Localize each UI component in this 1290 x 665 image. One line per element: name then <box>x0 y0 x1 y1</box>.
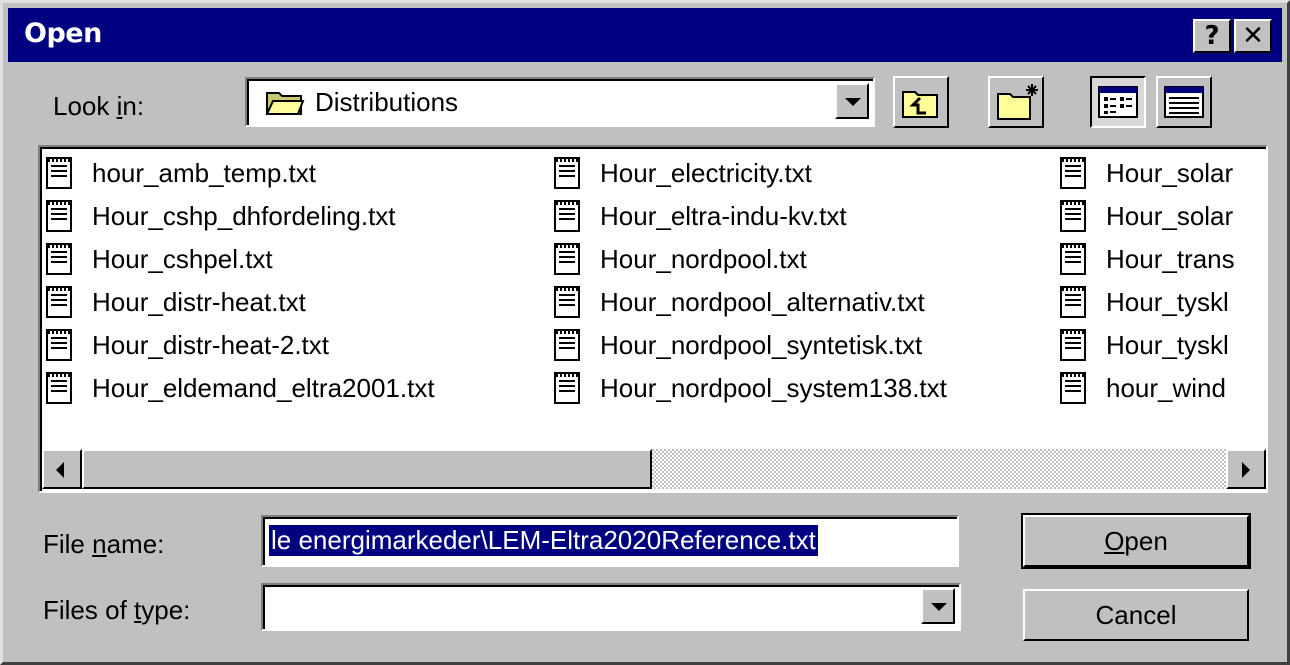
files-of-type-combo[interactable] <box>261 583 961 631</box>
file-item[interactable]: Hour_distr-heat.txt <box>46 282 306 322</box>
up-one-level-button[interactable] <box>893 76 949 128</box>
text-document-icon <box>46 200 72 232</box>
look-in-dropdown-arrow[interactable] <box>835 83 869 119</box>
cancel-button[interactable]: Cancel <box>1023 589 1249 641</box>
text-document-icon <box>554 157 580 189</box>
details-view-icon <box>1164 86 1204 118</box>
text-document-icon <box>554 200 580 232</box>
file-item[interactable]: Hour_eldemand_eltra2001.txt <box>46 368 435 408</box>
file-list[interactable]: hour_amb_temp.txt Hour_cshp_dhfordeling.t… <box>38 145 1268 493</box>
details-view-button[interactable] <box>1156 76 1212 128</box>
file-item-label: Hour_eltra-indu-kv.txt <box>600 200 847 231</box>
text-document-icon <box>1060 286 1086 318</box>
file-item[interactable]: Hour_nordpool_syntetisk.txt <box>554 325 922 365</box>
file-name-label: File name: <box>43 529 165 559</box>
file-item-label: Hour_nordpool.txt <box>600 243 807 274</box>
file-item-label: Hour_nordpool_syntetisk.txt <box>600 329 923 360</box>
scroll-right-button[interactable] <box>1226 449 1266 489</box>
open-folder-icon <box>265 92 305 115</box>
text-document-icon <box>46 243 72 275</box>
create-new-folder-button[interactable] <box>988 76 1044 128</box>
file-item-label: Hour_cshpel.txt <box>92 243 273 274</box>
horizontal-scrollbar[interactable] <box>42 449 1266 489</box>
file-item[interactable]: Hour_tyskl <box>1060 325 1250 365</box>
look-in-label: Look in: <box>53 91 145 121</box>
up-one-level-icon <box>902 91 938 118</box>
file-item-label: Hour_tyskl <box>1106 329 1229 360</box>
text-document-icon <box>554 329 580 361</box>
text-document-icon <box>46 329 72 361</box>
file-item[interactable]: Hour_nordpool.txt <box>554 239 807 279</box>
file-item[interactable]: Hour_cshp_dhfordeling.txt <box>46 196 396 236</box>
text-document-icon <box>1060 200 1086 232</box>
open-dialog: Open ? ✕ Look in: Distributions hour_amb… <box>0 0 1290 665</box>
file-item[interactable]: Hour_solar <box>1060 196 1250 236</box>
file-item-label: Hour_nordpool_system138.txt <box>600 372 947 403</box>
open-button[interactable]: Open <box>1021 513 1251 569</box>
text-document-icon <box>1060 157 1086 189</box>
scroll-thumb[interactable] <box>82 449 652 489</box>
file-item-label: hour_amb_temp.txt <box>92 157 317 188</box>
text-document-icon <box>1060 372 1086 404</box>
list-view-button[interactable] <box>1090 76 1146 128</box>
text-document-icon <box>554 243 580 275</box>
file-item-label: Hour_eldemand_eltra2001.txt <box>92 372 435 403</box>
file-item-label: Hour_tyskl <box>1106 286 1229 317</box>
text-document-icon <box>1060 329 1086 361</box>
file-item[interactable]: Hour_solar <box>1060 153 1250 193</box>
file-item[interactable]: Hour_electricity.txt <box>554 153 812 193</box>
file-item-label: Hour_solar <box>1106 157 1234 188</box>
file-item-label: Hour_solar <box>1106 200 1234 231</box>
list-view-icon <box>1098 86 1138 118</box>
file-item[interactable]: Hour_eltra-indu-kv.txt <box>554 196 847 236</box>
text-document-icon <box>554 372 580 404</box>
file-item-label: Hour_nordpool_alternativ.txt <box>600 286 925 317</box>
files-of-type-label: Files of type: <box>43 595 191 625</box>
text-document-icon <box>554 286 580 318</box>
text-document-icon <box>46 372 72 404</box>
file-item-label: Hour_electricity.txt <box>600 157 812 188</box>
file-item-label: Hour_distr-heat-2.txt <box>92 329 329 360</box>
dialog-title: Open <box>24 18 102 49</box>
scroll-left-button[interactable] <box>42 449 82 489</box>
file-item[interactable]: Hour_cshpel.txt <box>46 239 273 279</box>
file-name-value: le energimarkeder\LEM-Eltra2020Reference… <box>269 525 818 556</box>
file-item[interactable]: Hour_tyskl <box>1060 282 1250 322</box>
file-item[interactable]: Hour_distr-heat-2.txt <box>46 325 329 365</box>
title-bar[interactable]: Open ? ✕ <box>8 8 1282 62</box>
text-document-icon <box>46 157 72 189</box>
file-item-label: Hour_distr-heat.txt <box>92 286 306 317</box>
look-in-value: Distributions <box>315 87 459 117</box>
file-name-input[interactable]: le energimarkeder\LEM-Eltra2020Reference… <box>261 515 959 567</box>
help-button[interactable]: ? <box>1193 19 1231 53</box>
files-of-type-dropdown-arrow[interactable] <box>921 588 955 624</box>
file-item[interactable]: hour_amb_temp.txt <box>46 153 316 193</box>
text-document-icon <box>1060 243 1086 275</box>
look-in-combo[interactable]: Distributions <box>245 77 875 127</box>
file-item[interactable]: Hour_nordpool_alternativ.txt <box>554 282 925 322</box>
file-item-label: Hour_cshp_dhfordeling.txt <box>92 200 396 231</box>
text-document-icon <box>46 286 72 318</box>
create-new-folder-icon <box>997 84 1038 120</box>
file-item[interactable]: Hour_nordpool_system138.txt <box>554 368 947 408</box>
file-item-label: Hour_trans <box>1106 243 1235 274</box>
close-button[interactable]: ✕ <box>1234 19 1272 53</box>
file-item[interactable]: hour_wind <box>1060 368 1250 408</box>
file-item-label: hour_wind <box>1106 372 1226 403</box>
file-item[interactable]: Hour_trans <box>1060 239 1250 279</box>
